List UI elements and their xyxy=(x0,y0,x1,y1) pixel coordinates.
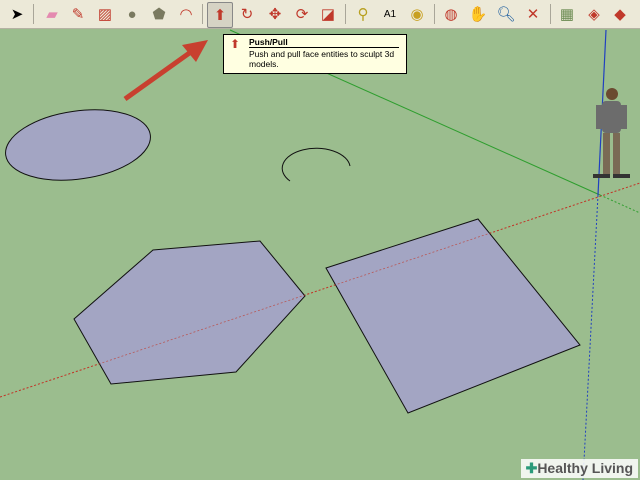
component-icon[interactable]: ◆ xyxy=(608,2,632,26)
eraser-tool-icon[interactable]: ▰ xyxy=(40,2,64,26)
pencil-tool-icon[interactable]: ✎ xyxy=(66,2,90,26)
separator xyxy=(202,4,203,24)
separator xyxy=(434,4,435,24)
pan-tool-icon[interactable]: ✋ xyxy=(466,2,490,26)
orbit-tool-icon[interactable]: ◍ xyxy=(439,2,463,26)
tooltip-description: Push and pull face entities to sculpt 3d… xyxy=(249,49,395,69)
ellipse-face[interactable] xyxy=(1,101,155,189)
circle-tool-icon[interactable]: ● xyxy=(120,2,144,26)
separator xyxy=(550,4,551,24)
offset-tool-icon[interactable]: ↻ xyxy=(235,2,259,26)
zoom-extents-tool-icon[interactable]: ✕ xyxy=(521,2,545,26)
watermark-text: Healthy Living xyxy=(537,460,633,476)
plus-icon: ✚ xyxy=(525,460,538,476)
viewport-canvas[interactable] xyxy=(0,29,640,480)
separator xyxy=(345,4,346,24)
scale-tool-icon[interactable]: ◪ xyxy=(316,2,340,26)
red-axis-overlay xyxy=(0,182,640,398)
tape-measure-tool-icon[interactable]: ⚲ xyxy=(351,2,375,26)
zoom-tool-icon[interactable]: 🔍︎ xyxy=(494,2,518,26)
warehouse-icon[interactable]: ◈ xyxy=(582,2,606,26)
toolbar: ➤ ▰ ✎ ▨ ● ⬟ ◠ ⬆ ↻ ✥ ⟳ ◪ ⚲ A1 ◉ ◍ ✋ 🔍︎ ✕ … xyxy=(0,0,640,29)
tooltip-title: Push/Pull xyxy=(249,37,399,48)
select-tool-icon[interactable]: ➤ xyxy=(5,2,29,26)
square-face[interactable] xyxy=(325,218,581,414)
rotate-tool-icon[interactable]: ⟳ xyxy=(290,2,314,26)
push-pull-tool-icon[interactable]: ⬆ xyxy=(207,2,233,28)
text-tool-icon[interactable]: A1 xyxy=(378,2,402,26)
push-pull-icon: ⬆ xyxy=(230,37,241,51)
separator xyxy=(33,4,34,24)
arc-tool-icon[interactable]: ◠ xyxy=(174,2,198,26)
move-tool-icon[interactable]: ✥ xyxy=(263,2,287,26)
arc-curve[interactable] xyxy=(281,147,351,182)
paint-bucket-tool-icon[interactable]: ◉ xyxy=(405,2,429,26)
map-icon[interactable]: ▦ xyxy=(555,2,579,26)
hexagon-face[interactable] xyxy=(73,240,306,385)
polygon-tool-icon[interactable]: ⬟ xyxy=(147,2,171,26)
annotation-arrow xyxy=(123,40,208,102)
rectangle-tool-icon[interactable]: ▨ xyxy=(93,2,117,26)
watermark: ✚Healthy Living xyxy=(520,459,638,478)
tooltip: ⬆ Push/Pull Push and pull face entities … xyxy=(223,34,407,74)
green-axis-negative xyxy=(599,194,640,214)
blue-axis-negative xyxy=(582,194,599,480)
person-figure xyxy=(593,88,630,178)
